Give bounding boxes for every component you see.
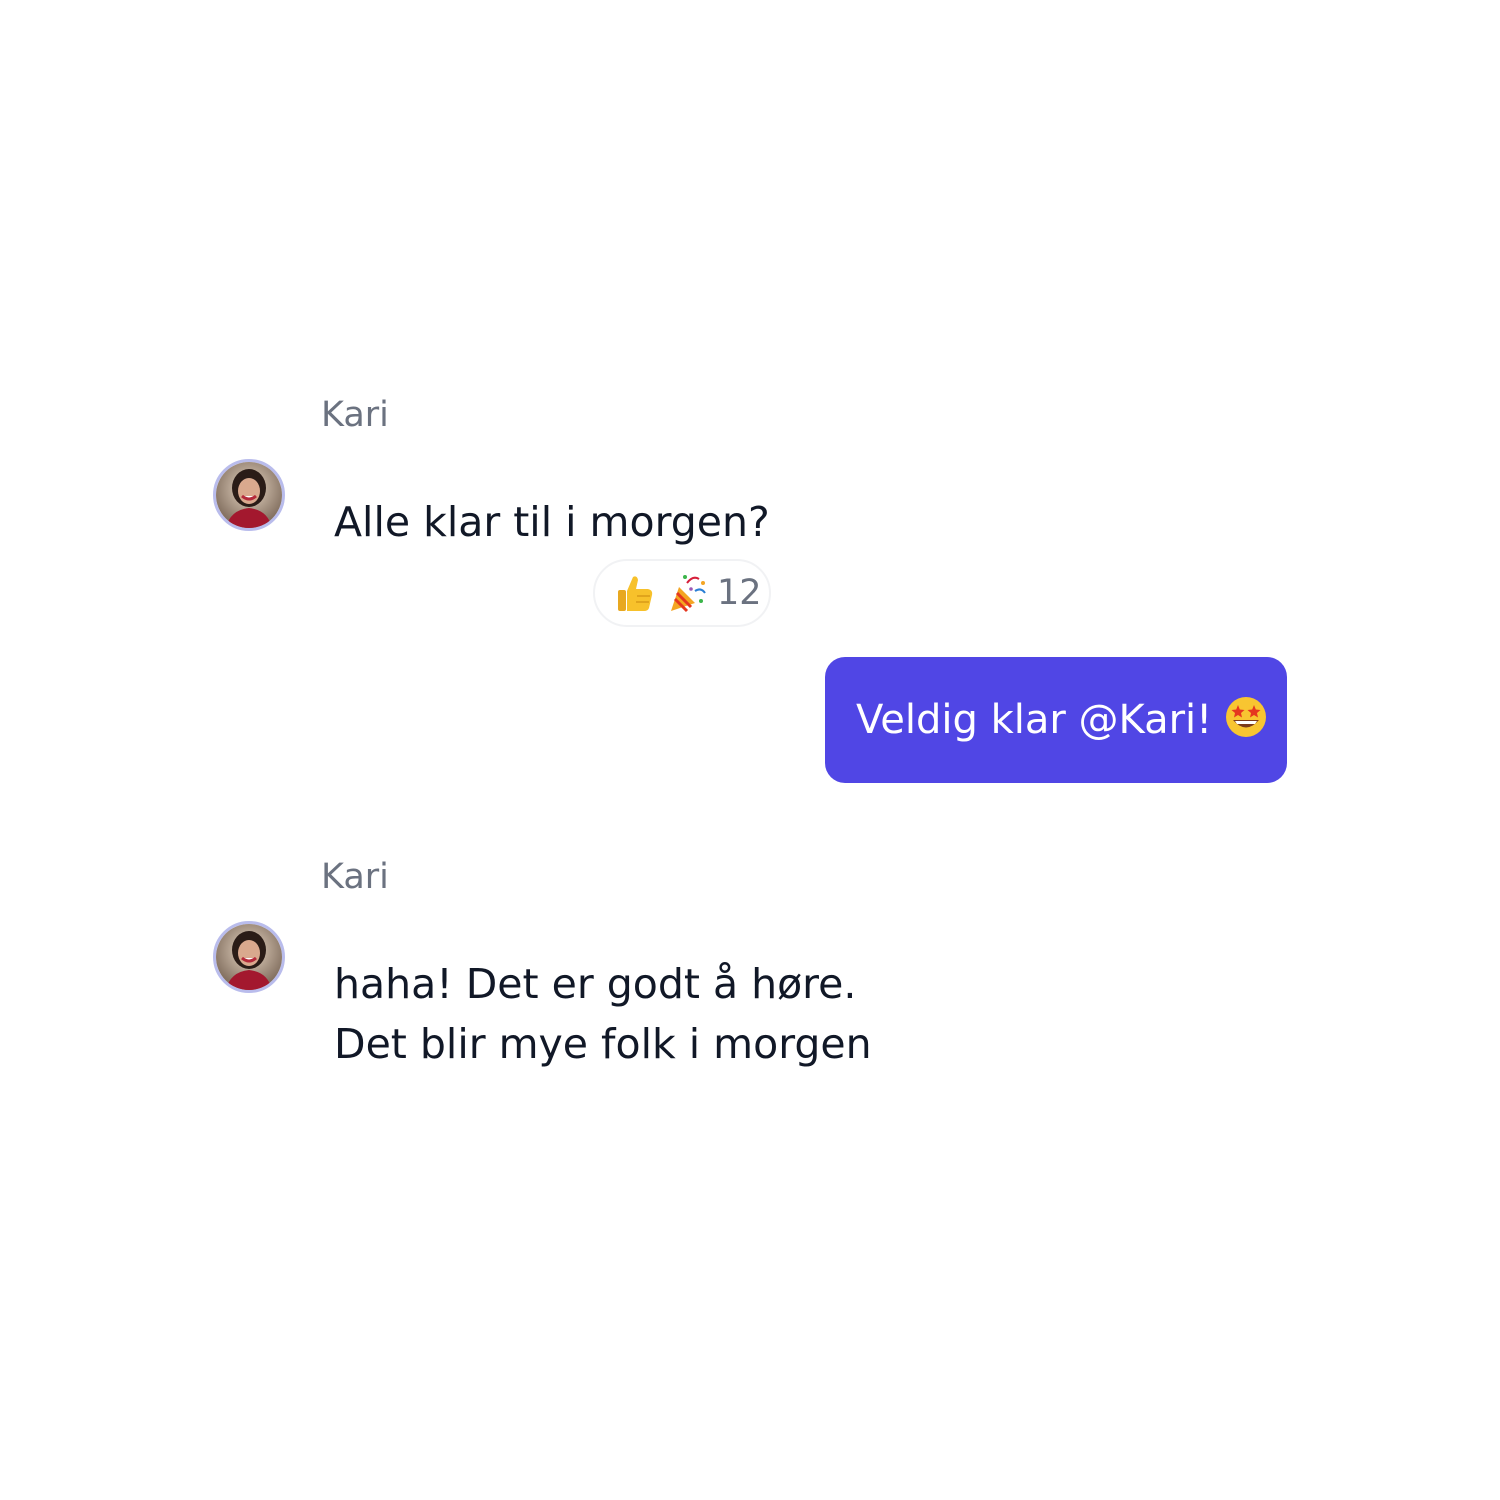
avatar[interactable] bbox=[213, 921, 285, 993]
reaction-count: 12 bbox=[717, 572, 762, 613]
thumbs-up-icon[interactable] bbox=[613, 571, 657, 615]
reaction-bar[interactable]: 12 bbox=[593, 559, 771, 627]
outgoing-message-text: Veldig klar @Kari! bbox=[856, 697, 1213, 743]
message-text: Alle klar til i morgen? bbox=[334, 498, 770, 546]
message-text: haha! Det er godt å høre. Det blir mye f… bbox=[334, 960, 872, 1068]
chat-thread: Kari Alle klar til i morgen? 12 Veldig k… bbox=[0, 0, 1500, 1500]
avatar-photo-icon bbox=[216, 462, 282, 528]
avatar-photo-icon bbox=[216, 924, 282, 990]
star-struck-icon bbox=[1224, 695, 1268, 739]
outgoing-message-bubble[interactable]: Veldig klar @Kari! bbox=[825, 657, 1287, 783]
sender-name: Kari bbox=[321, 857, 389, 897]
avatar[interactable] bbox=[213, 459, 285, 531]
sender-name: Kari bbox=[321, 395, 389, 435]
party-popper-icon[interactable] bbox=[665, 571, 709, 615]
